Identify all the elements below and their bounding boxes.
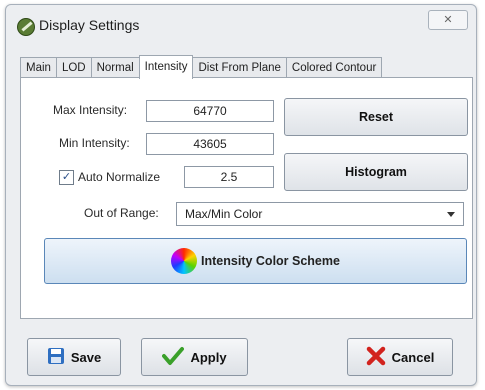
cancel-button[interactable]: Cancel <box>347 338 453 376</box>
max-intensity-label: Max Intensity: <box>53 103 128 117</box>
reset-button-label: Reset <box>358 110 394 124</box>
apply-button-label: Apply <box>190 349 227 365</box>
tab-intensity[interactable]: Intensity <box>138 55 194 79</box>
auto-normalize-checkbox[interactable]: ✓ <box>59 170 74 185</box>
min-intensity-field[interactable]: 43605 <box>146 133 274 155</box>
chevron-down-icon <box>447 212 455 217</box>
tab-strip: Main LOD Normal Intensity Dist From Plan… <box>20 55 383 79</box>
floppy-disk-icon <box>47 347 65 368</box>
tab-normal[interactable]: Normal <box>90 57 140 78</box>
color-wheel-icon <box>171 248 198 274</box>
x-icon <box>366 346 386 369</box>
histogram-button-label: Histogram <box>345 165 407 179</box>
tab-main[interactable]: Main <box>20 57 57 78</box>
display-settings-window: Display Settings ✕ Main LOD Normal Inten… <box>5 4 477 386</box>
out-of-range-select[interactable]: Max/Min Color <box>176 202 464 226</box>
tab-dist-from-plane[interactable]: Dist From Plane <box>192 57 287 78</box>
out-of-range-label: Out of Range: <box>84 206 159 220</box>
close-button[interactable]: ✕ <box>428 10 468 30</box>
save-button-label: Save <box>70 349 102 365</box>
reset-button[interactable]: Reset <box>284 98 468 136</box>
auto-normalize-field[interactable]: 2.5 <box>184 166 274 188</box>
save-button[interactable]: Save <box>27 338 121 376</box>
intensity-panel: Max Intensity: 64770 Min Intensity: 4360… <box>20 77 473 319</box>
cancel-button-label: Cancel <box>391 349 435 365</box>
intensity-color-scheme-button[interactable]: Intensity Color Scheme <box>44 238 467 284</box>
checkmark-icon <box>162 346 185 369</box>
window-title: Display Settings <box>39 17 140 33</box>
apply-button[interactable]: Apply <box>141 338 248 376</box>
histogram-button[interactable]: Histogram <box>284 153 468 191</box>
min-intensity-label: Min Intensity: <box>59 136 130 150</box>
out-of-range-selected: Max/Min Color <box>185 207 263 221</box>
intensity-color-scheme-label: Intensity Color Scheme <box>201 254 340 268</box>
title-bar: Display Settings ✕ <box>6 5 476 45</box>
tab-lod[interactable]: LOD <box>55 57 92 78</box>
max-intensity-field[interactable]: 64770 <box>146 100 274 122</box>
tab-colored-contour[interactable]: Colored Contour <box>285 57 383 78</box>
auto-normalize-label: Auto Normalize <box>78 170 161 184</box>
leaf-icon <box>17 18 35 36</box>
